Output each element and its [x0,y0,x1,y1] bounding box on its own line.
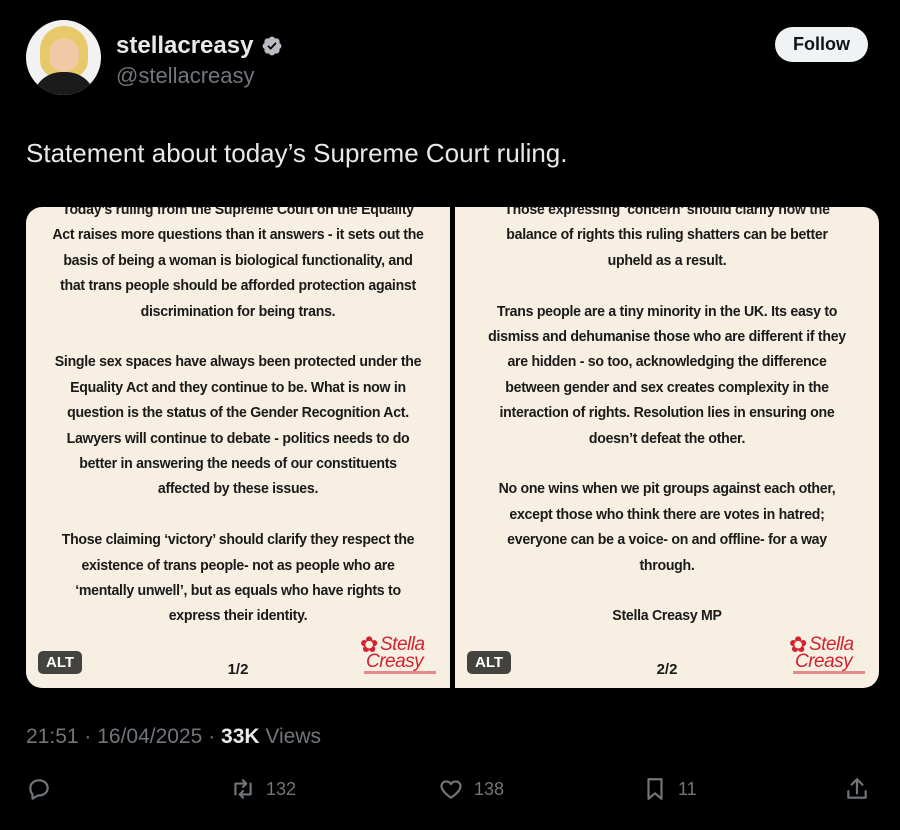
avatar-face [49,38,79,72]
alt-badge[interactable]: ALT [38,651,83,674]
statement-paragraph: No one wins when we pit groups against e… [498,480,836,574]
media-image-2[interactable]: Those expressing ‘concern’ should clarif… [455,207,879,688]
separator-dot: · [208,725,222,748]
statement-paragraph: Those claiming ‘victory’ should clarify … [61,531,415,625]
statement-text-2: Those expressing ‘concern’ should clarif… [470,207,864,654]
logo-line-2: Creasy [366,651,424,672]
avatar[interactable] [26,20,101,95]
stella-creasy-logo: ✿ Stella Creasy [360,634,436,678]
bookmark-icon [647,778,663,800]
follow-button[interactable]: Follow [775,27,868,62]
heart-icon [440,780,462,799]
user-handle[interactable]: @stellacreasy [116,63,255,89]
avatar-body [32,72,96,95]
display-name[interactable]: stellacreasy [116,32,253,60]
tweet-text: Statement about today’s Supreme Court ru… [26,138,568,168]
stella-creasy-logo: ✿ Stella Creasy [789,634,865,678]
tweet-meta: 21:51 · 16/04/2025 · 33K Views [26,725,321,749]
media-grid: Today’s ruling from the Supreme Court on… [26,207,879,688]
separator-dot: · [84,725,98,748]
like-button[interactable]: 138 [438,776,504,802]
tweet-time[interactable]: 21:51 [26,725,79,748]
logo-url-strip [364,671,436,674]
statement-text-1: Today’s ruling from the Supreme Court on… [41,207,435,654]
statement-paragraph: Single sex spaces have always been prote… [54,353,422,498]
retweet-count: 132 [266,778,297,799]
verified-badge-icon [263,36,282,56]
bookmark-count: 11 [678,778,697,799]
like-count: 138 [474,778,505,799]
tweet-date[interactable]: 16/04/2025 [97,725,202,748]
views-count: 33K [221,725,260,748]
statement-paragraph: Trans people are a tiny minority in the … [488,302,846,447]
media-image-1[interactable]: Today’s ruling from the Supreme Court on… [26,207,450,688]
bookmark-button[interactable]: 11 [642,776,697,802]
action-bar: 132 138 11 [26,776,874,808]
alt-badge[interactable]: ALT [467,651,512,674]
logo-url-strip [793,671,865,674]
share-button[interactable] [844,776,870,802]
reply-button[interactable] [26,776,62,802]
views-label: Views [265,725,322,748]
statement-signature: Stella Creasy MP [612,607,722,625]
logo-line-2: Creasy [795,651,853,672]
share-icon [847,778,867,799]
retweet-icon [234,779,252,799]
name-row: stellacreasy [116,32,283,60]
retweet-button[interactable]: 132 [230,776,296,802]
statement-paragraph: Those expressing ‘concern’ should clarif… [504,207,830,269]
tweet-header: stellacreasy @stellacreasy Follow [26,20,874,100]
reply-icon [29,779,49,800]
statement-paragraph: Today’s ruling from the Supreme Court on… [52,207,424,320]
